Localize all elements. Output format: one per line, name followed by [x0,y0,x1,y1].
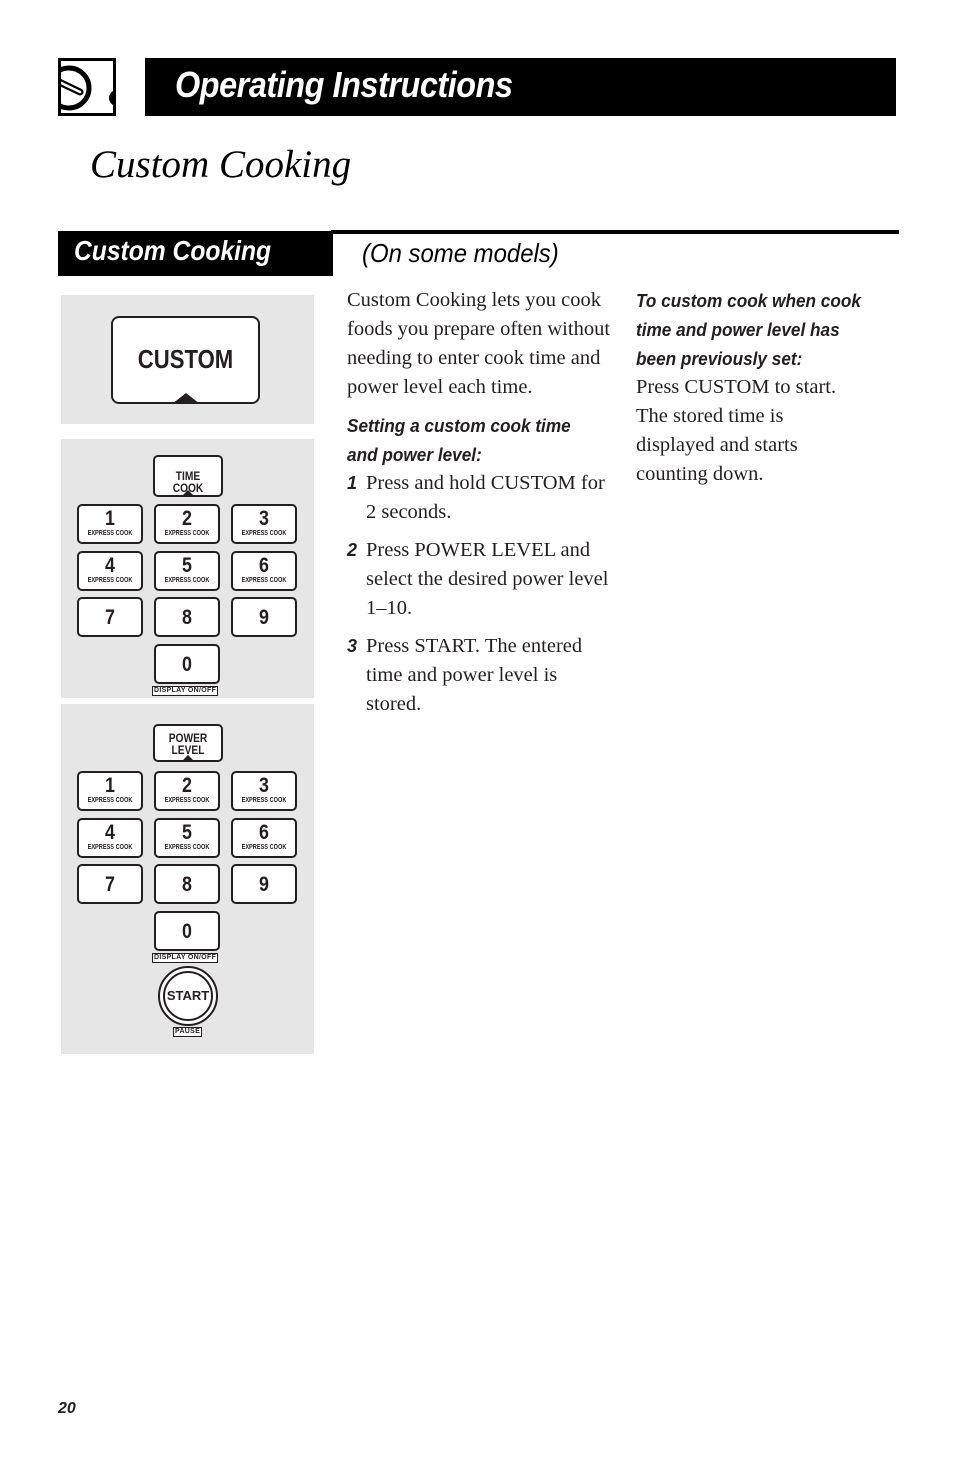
number-key-digit: 5 [182,820,192,844]
number-key: 4 EXPRESS COOK [77,817,143,858]
number-key: 5 EXPRESS COOK [154,550,220,591]
power-level-keypad-illustration: POWER LEVEL START PAUSE 1 EXPRESS COOK 2 EX… [61,704,314,1054]
display-on-off-tag: DISPLAY ON/OFF [152,952,219,963]
display-on-off-tag: DISPLAY ON/OFF [152,685,219,696]
number-key-digit: 3 [259,774,269,797]
number-key-sublabel: EXPRESS COOK [87,797,133,804]
number-key-sublabel: EXPRESS COOK [87,843,133,851]
number-key-digit: 7 [105,873,115,896]
previously-set-heading-line3: been previously set: [636,348,803,369]
start-key: START [158,966,218,1026]
press-indicator-icon [181,755,195,762]
number-key-sublabel: EXPRESS COOK [164,576,210,584]
step-item: 2 Press POWER LEVEL and select the desir… [347,536,617,623]
custom-key: CUSTOM [111,316,260,404]
header-bar: Operating Instructions [145,58,896,116]
time-cook-keypad-illustration: TIME COOK 1 EXPRESS COOK 2 EXPRESS COOK 3 EXP… [61,439,314,698]
section-title: Custom Cooking [74,235,272,266]
number-key: 8 [154,864,220,904]
page-number: 20 [58,1400,76,1417]
number-key-digit: 2 [182,507,192,530]
number-key: 3 EXPRESS COOK [231,771,297,811]
press-indicator-icon [181,490,195,497]
intro-paragraph: Custom Cooking lets you cook foods you p… [347,289,611,398]
number-key-digit: 9 [259,606,269,629]
page-title: Custom Cooking [90,143,352,186]
number-key: 5 EXPRESS COOK [154,817,220,858]
number-key: 6 EXPRESS COOK [231,817,297,858]
step-number: 3 [347,636,358,656]
number-key-digit: 2 [182,774,192,797]
number-key-digit: 1 [105,507,115,530]
logo-icon [58,58,116,116]
number-key: 7 [77,864,143,904]
number-key: 9 [231,597,297,637]
pause-tag: PAUSE [173,1027,203,1037]
step-item: 3 Press START. The entered time and powe… [347,632,617,719]
previously-set-column: To custom cook when cook time and power … [636,286,906,489]
number-key: 1 EXPRESS COOK [77,504,143,544]
number-key: 7 [77,597,143,637]
number-key-digit: 4 [105,553,115,577]
section-subtitle: (On some models) [362,238,559,268]
header-title: Operating Instructions [175,64,513,105]
number-key-digit: 0 [182,652,192,676]
time-cook-key: TIME COOK [153,455,223,497]
number-key-digit: 8 [182,606,192,629]
number-key: 0 [154,643,220,684]
step-text: Press START. The entered time and power … [366,635,583,715]
power-level-key: POWER LEVEL [153,724,223,762]
previously-set-heading-line2: time and power level has [636,319,840,340]
press-indicator-icon [171,393,200,404]
section-rule [332,230,899,234]
number-key-sublabel: EXPRESS COOK [241,530,287,537]
number-key: 1 EXPRESS COOK [77,771,143,811]
knob-dial-icon [61,65,113,111]
step-number: 1 [347,473,358,493]
setting-heading-line1: Setting a custom cook time [347,415,571,436]
number-key: 0 [154,910,220,951]
number-key-sublabel: EXPRESS COOK [241,843,287,851]
start-key-label: START [163,971,213,1021]
number-key-digit: 5 [182,553,192,577]
number-key-digit: 6 [259,553,269,577]
custom-key-illustration: CUSTOM [61,295,314,424]
number-key-digit: 9 [259,873,269,896]
number-key: 2 EXPRESS COOK [154,504,220,544]
previously-set-heading-line1: To custom cook when cook [636,290,861,311]
number-key-digit: 6 [259,820,269,844]
step-item: 1 Press and hold CUSTOM for 2 seconds. [347,469,617,527]
number-key-digit: 8 [182,873,192,896]
number-key-digit: 3 [259,507,269,530]
step-number: 2 [347,540,358,560]
setting-heading-line2: and power level: [347,444,482,465]
number-key-digit: 7 [105,606,115,629]
step-text: Press POWER LEVEL and select the desired… [366,539,609,619]
number-key: 3 EXPRESS COOK [231,504,297,544]
number-key-digit: 1 [105,774,115,797]
number-key: 4 EXPRESS COOK [77,550,143,591]
instructions-column: Custom Cooking lets you cook foods you p… [347,286,617,728]
number-key-sublabel: EXPRESS COOK [241,797,287,804]
number-key-sublabel: EXPRESS COOK [87,576,133,584]
number-key-sublabel: EXPRESS COOK [164,843,210,851]
number-key: 9 [231,864,297,904]
step-text: Press and hold CUSTOM for 2 seconds. [366,472,605,523]
number-key-sublabel: EXPRESS COOK [164,530,210,537]
number-key: 2 EXPRESS COOK [154,771,220,811]
number-key-sublabel: EXPRESS COOK [164,797,210,804]
number-key-digit: 4 [105,820,115,844]
number-key: 8 [154,597,220,637]
custom-key-label: CUSTOM [137,344,234,374]
previously-set-text: Press CUSTOM to start. The stored time i… [636,376,837,485]
number-key-sublabel: EXPRESS COOK [241,576,287,584]
number-key-sublabel: EXPRESS COOK [87,530,133,537]
number-key: 6 EXPRESS COOK [231,550,297,591]
number-key-digit: 0 [182,919,192,943]
section-title-bar: Custom Cooking [58,231,332,276]
